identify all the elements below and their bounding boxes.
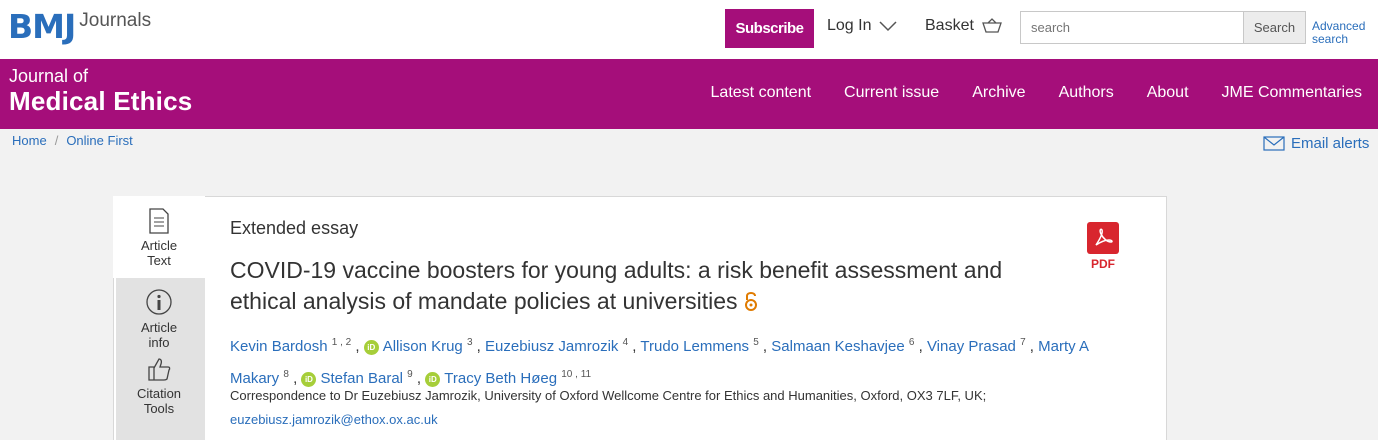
basket-icon	[982, 18, 1002, 33]
orcid-icon[interactable]: iD	[301, 372, 317, 387]
nav-jme-commentaries[interactable]: JME Commentaries	[1222, 84, 1362, 102]
author-link[interactable]: Vinay Prasad	[927, 338, 1016, 355]
logo-sub: Journals	[79, 10, 152, 31]
main-nav: Latest content Current issue Archive Aut…	[711, 84, 1362, 102]
nav-about[interactable]: About	[1147, 84, 1189, 102]
basket-label: Basket	[925, 17, 974, 34]
article-title: COVID-19 vaccine boosters for young adul…	[230, 255, 1050, 317]
journal-title-big: Medical Ethics	[9, 86, 193, 116]
breadcrumb-home[interactable]: Home	[12, 133, 47, 148]
author-affiliation: 10 , 11	[561, 369, 592, 380]
tab-article-text-line1: Article	[140, 238, 178, 253]
author-link[interactable]: Tracy Beth Høeg	[444, 370, 557, 387]
logo-main: BMJ	[8, 7, 76, 46]
article-title-text: COVID-19 vaccine boosters for young adul…	[230, 257, 1003, 314]
author-link[interactable]: Euzebiusz Jamrozik	[485, 338, 618, 355]
advanced-search-link[interactable]: Advanced search	[1312, 20, 1365, 46]
tab-citation-tools-line1: Citation	[136, 386, 182, 401]
author-link[interactable]: Salmaan Keshavjee	[771, 338, 904, 355]
breadcrumb-separator: /	[54, 133, 59, 148]
side-tabs: Article Text Article info Citation Tools	[113, 196, 205, 436]
tab-citation-tools[interactable]: Citation Tools	[113, 356, 205, 436]
pdf-download-button[interactable]: PDF	[1087, 222, 1119, 272]
nav-latest-content[interactable]: Latest content	[711, 84, 812, 102]
breadcrumb: Home / Online First	[12, 133, 133, 148]
nav-authors[interactable]: Authors	[1059, 84, 1114, 102]
search-box: Search	[1020, 11, 1306, 44]
search-button[interactable]: Search	[1243, 12, 1305, 43]
journal-title-small: Journal of	[9, 66, 89, 86]
envelope-icon	[1263, 136, 1285, 151]
nav-archive[interactable]: Archive	[972, 84, 1025, 102]
open-access-icon	[744, 288, 758, 314]
login-label: Log In	[827, 17, 872, 34]
thumbs-up-icon	[148, 358, 171, 381]
correspondence-text: Correspondence to Dr Euzebiusz Jamrozik,…	[230, 388, 987, 403]
pdf-icon	[1087, 222, 1119, 254]
correspondence-email-link[interactable]: euzebiusz.jamrozik@ethox.ox.ac.uk	[230, 412, 438, 427]
pdf-label: PDF	[1091, 257, 1115, 271]
document-icon	[149, 208, 169, 234]
bmj-journals-logo[interactable]: BMJ Journals	[8, 8, 151, 46]
tab-article-info-line2: info	[148, 335, 170, 350]
email-alerts-link[interactable]: Email alerts	[1263, 135, 1369, 152]
author-link[interactable]: Allison Krug	[383, 338, 463, 355]
author-link[interactable]: Stefan Baral	[320, 370, 403, 387]
author-list: Kevin Bardosh 1 , 2 , iD Allison Krug 3 ,…	[230, 337, 1089, 387]
orcid-icon[interactable]: iD	[425, 372, 441, 387]
tab-article-info[interactable]: Article info	[113, 278, 205, 356]
basket-button[interactable]: Basket	[925, 17, 1002, 35]
tab-article-text[interactable]: Article Text	[113, 196, 205, 278]
chevron-down-icon	[879, 20, 898, 31]
tab-citation-tools-line2: Tools	[143, 401, 175, 416]
search-input[interactable]	[1021, 12, 1243, 43]
author-affiliation: 1 , 2	[331, 337, 352, 348]
subscribe-button[interactable]: Subscribe	[725, 9, 814, 48]
journal-masthead: Journal of Medical Ethics Latest content…	[0, 59, 1378, 129]
tab-article-info-line1: Article	[140, 320, 178, 335]
orcid-icon[interactable]: iD	[363, 340, 379, 355]
advanced-search-line2: search	[1312, 32, 1349, 46]
info-icon	[146, 289, 172, 315]
login-button[interactable]: Log In	[827, 17, 898, 35]
breadcrumb-online-first[interactable]: Online First	[66, 133, 132, 148]
author-link[interactable]: Trudo Lemmens	[640, 338, 749, 355]
email-alerts-label: Email alerts	[1291, 135, 1370, 152]
nav-current-issue[interactable]: Current issue	[844, 84, 939, 102]
author-link[interactable]: Kevin Bardosh	[230, 338, 328, 355]
article-type: Extended essay	[230, 218, 359, 238]
tab-article-text-line2: Text	[147, 253, 171, 268]
top-bar: BMJ Journals Subscribe Log In Basket Sea…	[0, 0, 1378, 59]
journal-title[interactable]: Journal of Medical Ethics	[9, 66, 193, 117]
